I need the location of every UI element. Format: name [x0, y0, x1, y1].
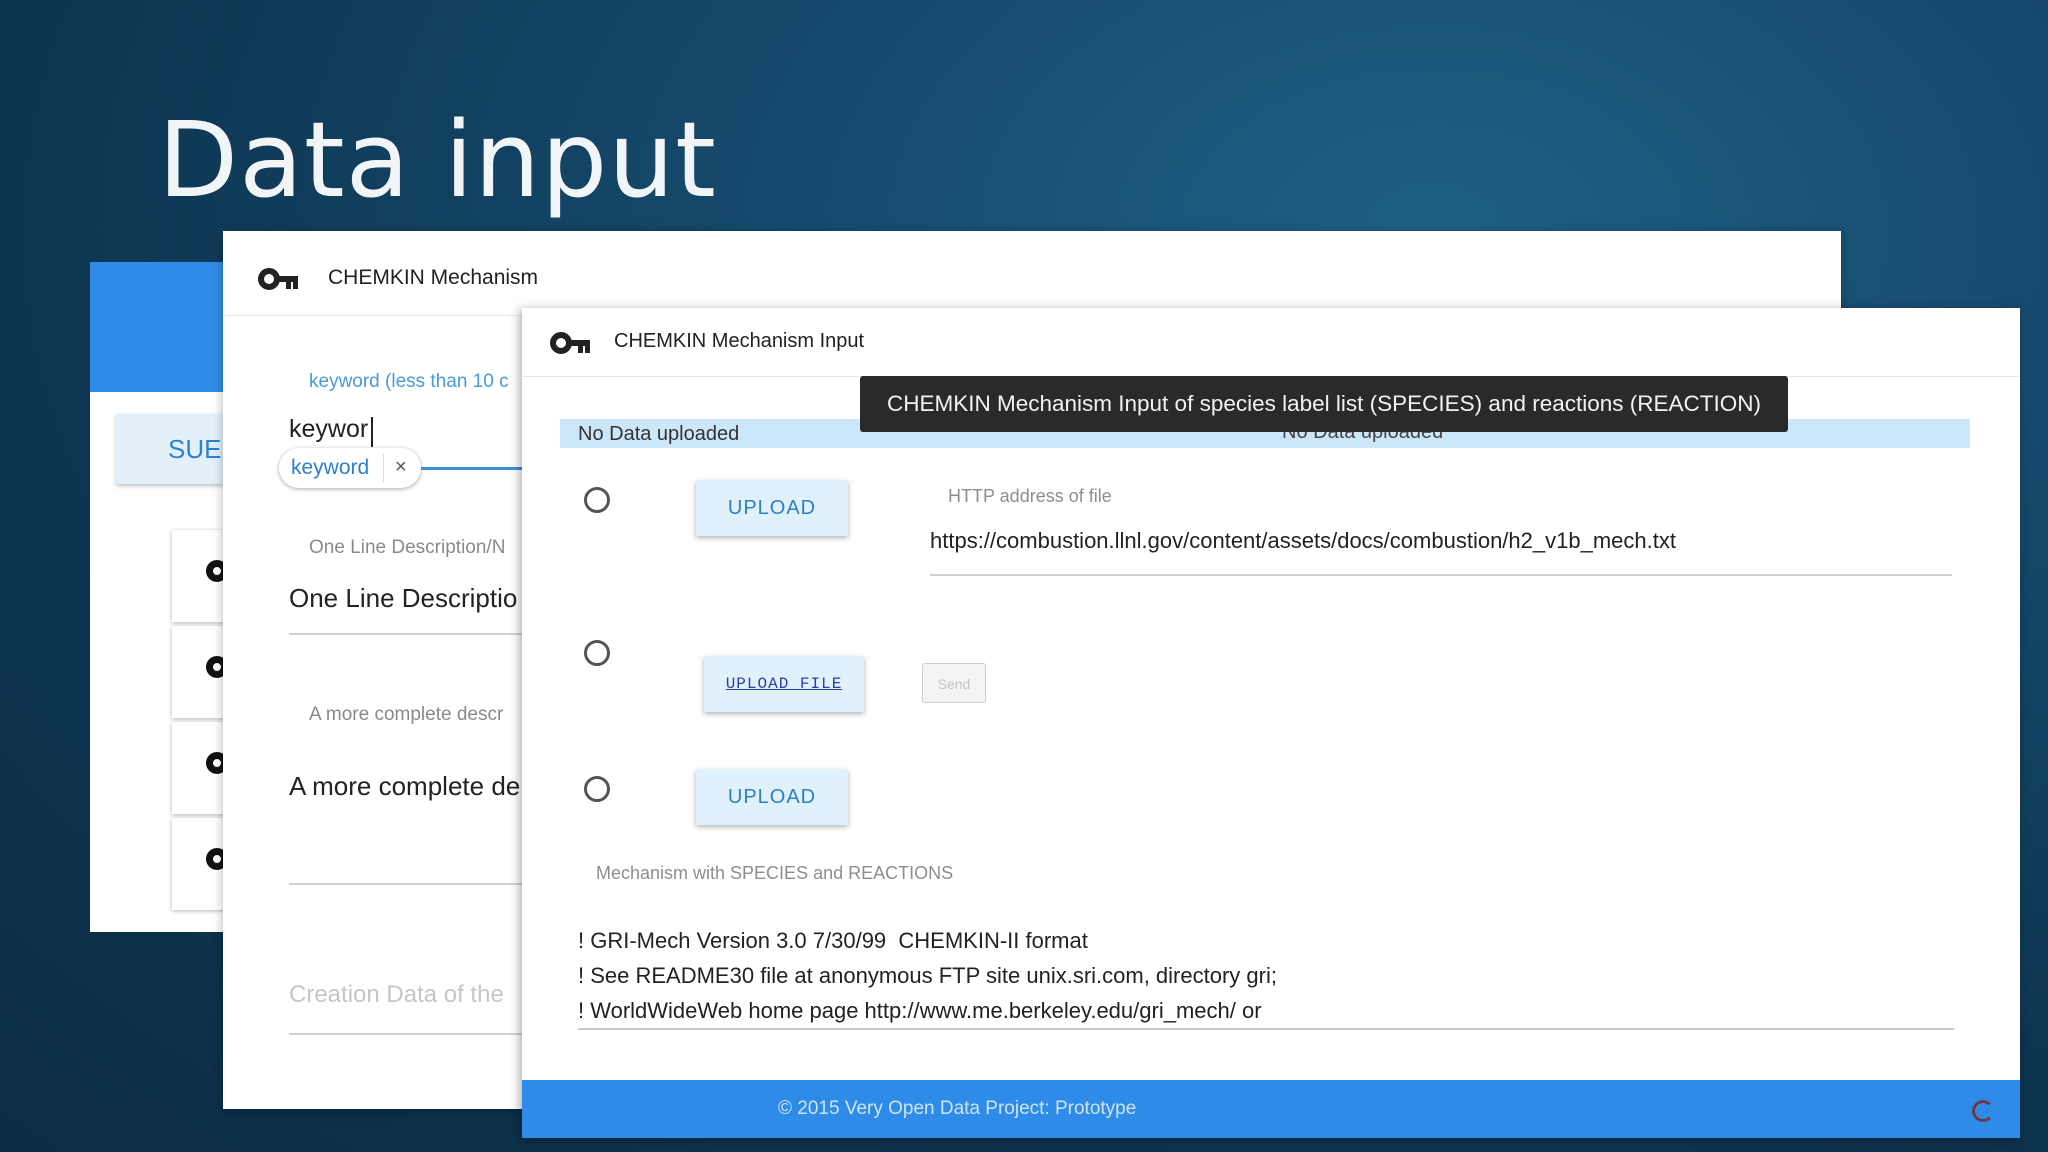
- text-caret: [371, 417, 373, 447]
- tooltip: CHEMKIN Mechanism Input of species label…: [860, 376, 1788, 432]
- list-item[interactable]: [172, 722, 230, 814]
- mechanism-window-header: CHEMKIN Mechanism: [223, 231, 1841, 316]
- close-icon[interactable]: ×: [395, 456, 407, 479]
- submit-button[interactable]: SUE: [116, 414, 230, 484]
- mechanism-text-label: Mechanism with SPECIES and REACTIONS: [596, 863, 954, 883]
- keyword-chip[interactable]: keyword ×: [279, 448, 421, 488]
- mechanism-underline: [578, 1028, 1954, 1030]
- keyword-chip-label: keyword: [291, 456, 370, 479]
- spinner-icon: [1972, 1100, 1994, 1122]
- one-line-label: One Line Description/N: [309, 537, 506, 558]
- chip-divider: [383, 454, 384, 482]
- http-address-input[interactable]: https://combustion.llnl.gov/content/asse…: [930, 528, 1676, 554]
- mechanism-textarea[interactable]: ! GRI-Mech Version 3.0 7/30/99 CHEMKIN-I…: [578, 923, 1277, 1028]
- mechanism-input-header: CHEMKIN Mechanism Input: [522, 308, 2020, 377]
- footer: © 2015 Very Open Data Project: Prototype: [522, 1080, 2020, 1138]
- creation-date-field[interactable]: Creation Data of the: [289, 981, 504, 1009]
- mechanism-line: ! See README30 file at anonymous FTP sit…: [578, 963, 1277, 988]
- mechanism-line: ! WorldWideWeb home page http://www.me.b…: [578, 998, 1262, 1023]
- footer-copyright: © 2015 Very Open Data Project: Prototype: [778, 1098, 1137, 1119]
- mechanism-input-title: CHEMKIN Mechanism Input: [614, 330, 865, 352]
- radio-url[interactable]: [584, 487, 610, 513]
- list-item[interactable]: [172, 626, 230, 718]
- keyword-input[interactable]: keywor: [289, 415, 368, 444]
- mechanism-input-window: CHEMKIN Mechanism Input No Data uploaded…: [522, 308, 2020, 1138]
- list-item[interactable]: [172, 530, 230, 622]
- upload-text-button[interactable]: UPLOAD: [696, 769, 848, 825]
- one-line-description-field[interactable]: One Line Descriptio: [289, 583, 517, 614]
- back-window-header-bar: [90, 262, 230, 392]
- send-button[interactable]: Send: [922, 663, 986, 703]
- upload-url-button[interactable]: UPLOAD: [696, 480, 848, 536]
- http-address-label: HTTP address of file: [948, 486, 1112, 506]
- keyword-label: keyword (less than 10 c: [309, 371, 509, 392]
- http-underline: [930, 574, 1952, 576]
- field-underline: [289, 633, 549, 635]
- status-text: No Data uploaded: [578, 423, 740, 445]
- upload-file-button[interactable]: UPLOAD FILE: [704, 656, 864, 712]
- radio-file[interactable]: [584, 640, 610, 666]
- back-window: SUE: [90, 262, 230, 932]
- field-underline: [289, 1033, 549, 1035]
- complete-description-label: A more complete descr: [309, 704, 504, 725]
- mechanism-window-title: CHEMKIN Mechanism: [328, 266, 539, 289]
- slide-title: Data input: [158, 99, 717, 221]
- list-item[interactable]: [172, 818, 230, 910]
- mechanism-line: ! GRI-Mech Version 3.0 7/30/99 CHEMKIN-I…: [578, 928, 1088, 953]
- radio-text[interactable]: [584, 776, 610, 802]
- field-underline: [289, 883, 549, 885]
- complete-description-field[interactable]: A more complete de: [289, 771, 520, 802]
